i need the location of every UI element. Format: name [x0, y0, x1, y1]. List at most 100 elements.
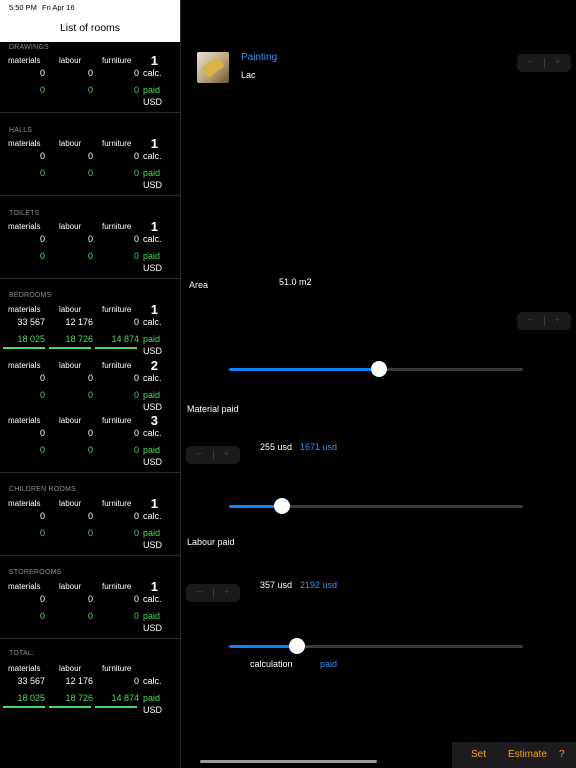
- material-stepper[interactable]: − +: [186, 446, 240, 464]
- header-furniture: furniture: [102, 56, 132, 65]
- plus-icon[interactable]: +: [544, 314, 571, 326]
- currency-label: USD: [143, 97, 163, 107]
- materials-paid: 18 025: [17, 693, 45, 703]
- estimate-button[interactable]: Estimate: [508, 749, 547, 760]
- paid-label: paid: [143, 334, 161, 344]
- labour-stepper[interactable]: − +: [186, 584, 240, 602]
- room-number[interactable]: 1: [138, 53, 158, 68]
- furniture-paid: 14 874: [111, 693, 139, 703]
- header-labour: labour: [59, 139, 82, 148]
- minus-icon[interactable]: −: [517, 56, 544, 68]
- header-labour: labour: [59, 56, 82, 65]
- materials-calc: 33 567: [17, 676, 45, 686]
- room-number[interactable]: 1: [138, 136, 158, 151]
- plus-icon[interactable]: +: [213, 586, 240, 598]
- room-number[interactable]: 1: [138, 219, 158, 234]
- section-separator: [0, 555, 180, 556]
- section-title-total: TOTAL:: [9, 650, 35, 657]
- status-time: 5:50 PM: [9, 3, 37, 12]
- labour-paid: 0: [87, 611, 93, 621]
- materials-calc: 0: [39, 234, 45, 244]
- calc-label: calc.: [143, 68, 162, 78]
- labour-paid: 0: [87, 390, 93, 400]
- brush-icon: [201, 56, 225, 78]
- furniture-paid: 14 874: [111, 334, 139, 344]
- room-number[interactable]: 3: [138, 413, 158, 428]
- plus-icon[interactable]: +: [213, 448, 240, 460]
- labour-calc: 0: [87, 68, 93, 78]
- labour-calc: 12 176: [65, 317, 93, 327]
- labour-calc: 12 176: [65, 676, 93, 686]
- calc-label: calc.: [143, 373, 162, 383]
- materials-paid: 0: [39, 528, 45, 538]
- materials-paid: 0: [39, 85, 45, 95]
- header-labour: labour: [59, 305, 82, 314]
- paid-label: paid: [143, 85, 161, 95]
- furniture-paid: 0: [133, 445, 139, 455]
- room-number[interactable]: 1: [138, 496, 158, 511]
- furniture-calc: 0: [133, 428, 139, 438]
- minus-icon[interactable]: −: [186, 448, 213, 460]
- area-slider-fill: [229, 368, 379, 371]
- area-slider-thumb[interactable]: [370, 361, 387, 377]
- status-date: Fri Apr 16: [42, 3, 75, 12]
- calc-label: calc.: [143, 594, 162, 604]
- minus-icon[interactable]: −: [186, 586, 213, 598]
- painting-thumbnail[interactable]: [197, 52, 229, 83]
- furniture-underline: [95, 706, 137, 708]
- section-separator: [0, 472, 180, 473]
- header-materials: materials: [8, 139, 41, 148]
- labour-slider-thumb[interactable]: [288, 638, 305, 654]
- paid-tab[interactable]: paid: [320, 659, 337, 669]
- header-furniture: furniture: [102, 305, 132, 314]
- header-materials: materials: [8, 56, 41, 65]
- header-furniture: furniture: [102, 499, 132, 508]
- materials-calc: 0: [39, 151, 45, 161]
- header-materials: materials: [8, 222, 41, 231]
- header-labour: labour: [59, 499, 82, 508]
- furniture-paid: 0: [133, 85, 139, 95]
- material-slider-thumb[interactable]: [273, 498, 290, 514]
- labour-calc: 0: [87, 511, 93, 521]
- furniture-calc: 0: [133, 373, 139, 383]
- work-type-link[interactable]: Painting: [241, 52, 277, 63]
- materials-calc: 0: [39, 373, 45, 383]
- rooms-sidebar: DRAWINGS materials labour furniture 1 0 0 0 calc…: [0, 42, 180, 768]
- labour-calc: 0: [87, 428, 93, 438]
- furniture-paid: 0: [133, 390, 139, 400]
- header-materials: materials: [8, 499, 41, 508]
- room-number[interactable]: 1: [138, 579, 158, 594]
- plus-icon[interactable]: +: [544, 56, 571, 68]
- section-separator: [0, 278, 180, 279]
- header-labour: labour: [59, 361, 82, 370]
- labour-paid: 18 726: [65, 693, 93, 703]
- calculation-tab[interactable]: calculation: [250, 659, 293, 669]
- area-stepper[interactable]: − +: [517, 312, 571, 330]
- room-number[interactable]: 1: [138, 302, 158, 317]
- currency-label: USD: [143, 180, 163, 190]
- header-furniture: furniture: [102, 582, 132, 591]
- currency-label: USD: [143, 705, 163, 715]
- materials-paid: 0: [39, 168, 45, 178]
- set-button[interactable]: Set: [471, 749, 486, 760]
- paid-label: paid: [143, 251, 161, 261]
- material-paid-label: Material paid: [187, 404, 239, 414]
- labour-underline: [49, 706, 91, 708]
- labour-calc: 0: [87, 594, 93, 604]
- help-button[interactable]: ?: [559, 749, 565, 760]
- section-title-storerooms: STOREROOMS: [9, 569, 62, 576]
- room-number[interactable]: 2: [138, 358, 158, 373]
- materials-paid: 0: [39, 445, 45, 455]
- labour-paid-label: Labour paid: [187, 537, 235, 547]
- material-paid-value: 255 usd: [260, 442, 293, 452]
- top-stepper[interactable]: − +: [517, 54, 571, 72]
- section-title-bedrooms: BEDROOMS: [9, 292, 52, 299]
- header-labour: labour: [59, 582, 82, 591]
- work-subtype: Lac: [241, 70, 256, 80]
- minus-icon[interactable]: −: [517, 314, 544, 326]
- calc-label: calc.: [143, 317, 162, 327]
- currency-label: USD: [143, 623, 163, 633]
- header-furniture: furniture: [102, 361, 132, 370]
- section-title-drawings: DRAWINGS: [9, 44, 49, 51]
- header-materials: materials: [8, 582, 41, 591]
